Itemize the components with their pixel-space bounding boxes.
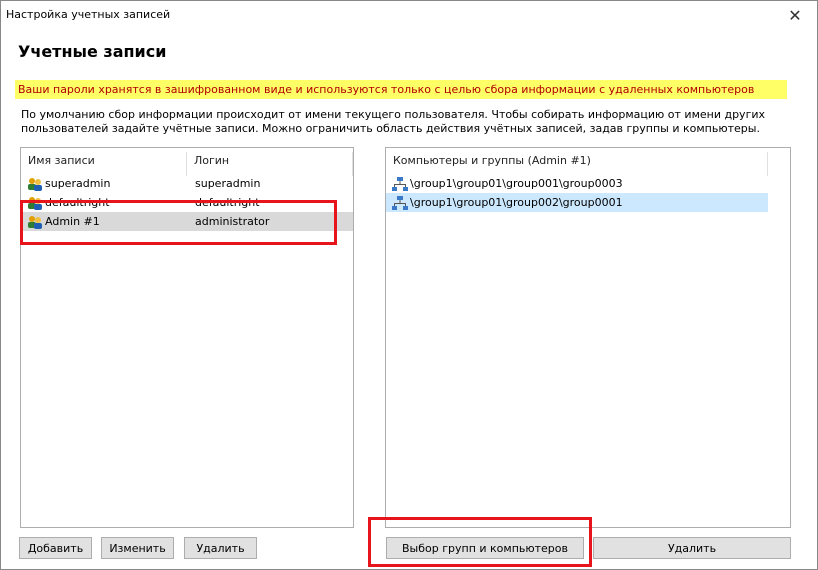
window-title: Настройка учетных записей [6, 8, 171, 21]
select-groups-button[interactable]: Выбор групп и компьютеров [386, 537, 584, 559]
delete-account-button[interactable]: Удалить [184, 537, 257, 559]
title-bar: Настройка учетных записей ✕ [1, 1, 817, 29]
account-name: superadmin [45, 177, 111, 190]
account-row-selected[interactable]: Admin #1 administrator [21, 212, 353, 231]
account-login: superadmin [195, 177, 261, 190]
network-icon [392, 195, 408, 211]
group-row-selected[interactable]: \group1\group01\group002\group0001 [386, 193, 768, 212]
close-icon[interactable]: ✕ [773, 1, 817, 29]
delete-group-button[interactable]: Удалить [593, 537, 791, 559]
column-header-login[interactable]: Логин [187, 152, 353, 176]
column-header-groups[interactable]: Компьютеры и группы (Admin #1) [386, 152, 768, 176]
users-icon [27, 176, 43, 192]
add-button[interactable]: Добавить [19, 537, 92, 559]
info-line-1: По умолчанию сбор информации происходит … [21, 108, 766, 121]
account-name: defaultright [45, 196, 110, 209]
group-path: \group1\group01\group001\group0003 [410, 177, 623, 190]
groups-list[interactable]: Компьютеры и группы (Admin #1) \group1\g… [385, 147, 791, 528]
accounts-list[interactable]: Имя записи Логин superadmin superadmin d… [20, 147, 354, 528]
info-text: По умолчанию сбор информации происходит … [21, 108, 791, 136]
dialog-window: Настройка учетных записей ✕ Учетные запи… [0, 0, 818, 570]
account-login: administrator [195, 215, 270, 228]
network-icon [392, 176, 408, 192]
group-path: \group1\group01\group002\group0001 [410, 196, 623, 209]
users-icon [27, 195, 43, 211]
warning-banner: Ваши пароли хранятся в зашифрованном вид… [15, 80, 787, 99]
account-row[interactable]: superadmin superadmin [21, 174, 353, 193]
edit-button[interactable]: Изменить [101, 537, 174, 559]
account-name: Admin #1 [45, 215, 100, 228]
users-icon [27, 214, 43, 230]
account-row[interactable]: defaultright defaultright [21, 193, 353, 212]
column-header-name[interactable]: Имя записи [21, 152, 187, 176]
page-title: Учетные записи [18, 42, 167, 61]
group-row[interactable]: \group1\group01\group001\group0003 [386, 174, 768, 193]
info-line-2: пользователей задайте учётные записи. Мо… [21, 122, 760, 135]
account-login: defaultright [195, 196, 260, 209]
